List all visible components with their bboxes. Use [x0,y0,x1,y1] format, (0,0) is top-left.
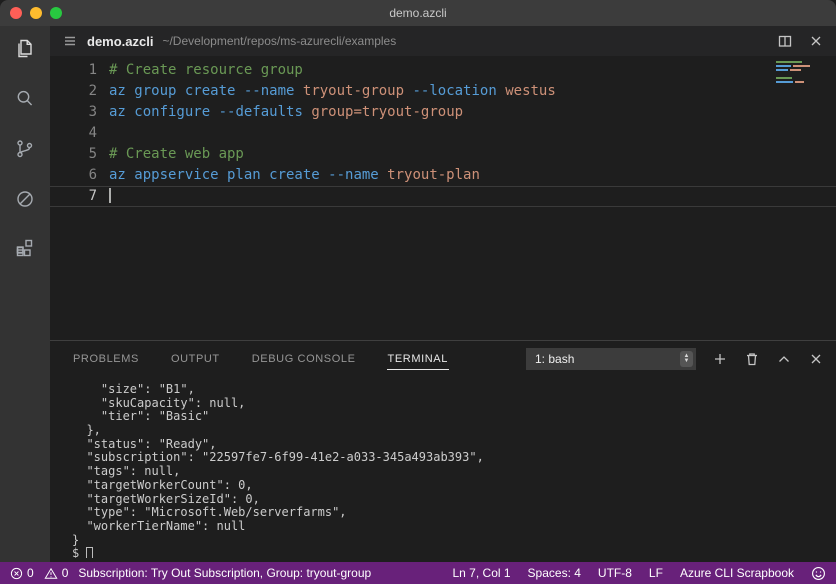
code-text: # Create web app [109,146,244,162]
status-item-lf[interactable]: LF [649,566,663,580]
terminal-select[interactable]: 1: bash ▲ ▼ [526,348,696,370]
terminal-line: "skuCapacity": null, [72,395,246,410]
editor-line-4[interactable]: 4 [50,123,836,144]
editor-actions [777,33,824,49]
problems-status[interactable]: 0 0 [10,566,68,580]
terminal-line: "targetWorkerCount": 0, [72,477,253,492]
editor-cursor [109,188,111,203]
panel-tab-problems[interactable]: PROBLEMS [72,349,140,369]
error-count: 0 [27,566,34,580]
panel-tab-terminal[interactable]: TERMINAL [386,349,449,370]
status-item-spaces-4[interactable]: Spaces: 4 [528,566,581,580]
line-number: 5 [88,146,97,162]
code-text: az group create --name tryout-group --lo… [109,83,556,99]
code-text: az appservice plan create --name tryout-… [109,167,480,183]
minimize-window-button[interactable] [30,7,42,19]
code-editor[interactable]: 1 # Create resource group 2 az group create… [50,56,836,340]
terminal-output[interactable]: "size": "B1", "skuCapacity": null, "tier… [72,383,828,558]
terminal-line: "size": "B1", [72,383,195,396]
editor-title-filename: demo.azcli [87,33,154,49]
panel-tab-output[interactable]: OUTPUT [170,349,221,369]
subscription-status[interactable]: Subscription: Try Out Subscription, Grou… [78,566,371,580]
status-right-items: Ln 7, Col 1 Spaces: 4 UTF-8 LF Azure CLI Scr… [453,566,795,580]
line-number: 1 [88,62,97,78]
activity-bar-item-explorer[interactable] [0,26,50,76]
editor-line-3[interactable]: 3 az configure --defaults group=tryout-gr… [50,102,836,123]
line-number: 6 [88,167,97,183]
kill-terminal-icon[interactable] [744,351,760,367]
explorer-icon [13,37,37,66]
error-icon [10,567,23,580]
terminal-line: "type": "Microsoft.Web/serverfarms", [72,505,347,520]
terminal-line: "tier": "Basic" [72,409,210,424]
terminal-line: "subscription": "22597fe7-6f99-41e2-a033… [72,450,484,465]
status-item-ln-7-col-1[interactable]: Ln 7, Col 1 [453,566,511,580]
terminal-line: $ [72,547,828,558]
line-number: 2 [88,83,97,99]
terminal-line: } [72,532,80,547]
editor-title-path: ~/Development/repos/ms-azurecli/examples [162,34,397,48]
line-number: 4 [88,125,97,141]
terminal-cursor [86,547,94,558]
activity-bar-item-debug[interactable] [0,176,50,226]
status-item-azure-cli-scrapbook[interactable]: Azure CLI Scrapbook [680,566,794,580]
close-window-button[interactable] [10,7,22,19]
editor-line-6[interactable]: 6 az appservice plan create --name tryout… [50,165,836,186]
terminal-select-value: 1: bash [535,352,575,366]
debug-icon [13,187,37,216]
panel-controls: 1: bash ▲ ▼ [526,348,824,370]
editor-line-2[interactable]: 2 az group create --name tryout-group --l… [50,81,836,102]
window-title: demo.azcli [389,6,447,20]
line-number: 3 [88,104,97,120]
title-bar: demo.azcli [0,0,836,26]
close-editor-icon[interactable] [808,33,824,49]
terminal-line: "workerTierName": null [72,518,246,533]
terminal-line: "status": "Ready", [72,436,217,451]
line-number: 7 [88,188,97,204]
editor-line-1[interactable]: 1 # Create resource group [50,60,836,81]
new-terminal-icon[interactable] [712,351,728,367]
terminal-line: }, [72,423,101,438]
file-list-icon [62,33,78,49]
maximize-panel-icon[interactable] [776,351,792,367]
status-item-utf-8[interactable]: UTF-8 [598,566,632,580]
minimap[interactable] [776,61,822,85]
split-editor-icon[interactable] [777,33,793,49]
code-text: az configure --defaults group=tryout-gro… [109,104,464,120]
code-text: # Create resource group [109,62,303,78]
activity-bar-item-source-control[interactable] [0,126,50,176]
warning-count: 0 [61,566,69,580]
panel-tab-debug-console[interactable]: DEBUG CONSOLE [251,349,357,369]
source-control-icon [13,137,37,166]
status-bar-right: Ln 7, Col 1 Spaces: 4 UTF-8 LF Azure CLI Scr… [453,566,827,581]
editor-line-7[interactable]: 7 [50,186,836,207]
window-controls [10,0,62,26]
activity-bar-item-extensions[interactable] [0,226,50,276]
code-text [109,187,111,206]
terminal-line: "tags": null, [72,464,181,479]
status-bar: 0 0 Subscription: Try Out Subscription, … [0,562,836,584]
editor-line-5[interactable]: 5 # Create web app [50,144,836,165]
editor-lines: 1 # Create resource group 2 az group create… [50,60,836,207]
select-stepper-icon: ▲ ▼ [680,351,693,367]
feedback-smiley-icon[interactable] [811,566,826,581]
activity-bar-item-search[interactable] [0,76,50,126]
terminal-line: "targetWorkerSizeId": 0, [72,491,260,506]
bottom-panel: PROBLEMS OUTPUT DEBUG CONSOLE TERMINAL 1: b… [50,340,836,562]
activity-bar [0,26,50,562]
warning-icon [44,567,58,580]
close-panel-icon[interactable] [808,351,824,367]
extensions-icon [13,237,37,266]
editor-title-bar: demo.azcli ~/Development/repos/ms-azurec… [50,26,836,56]
zoom-window-button[interactable] [50,7,62,19]
search-icon [13,87,37,116]
